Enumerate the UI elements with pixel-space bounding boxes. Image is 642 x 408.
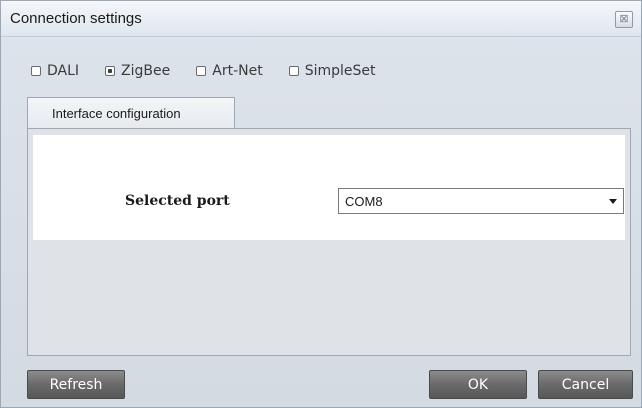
tab-interface-configuration[interactable]: Interface configuration	[27, 97, 235, 129]
refresh-button[interactable]: Refresh	[27, 370, 125, 399]
close-icon[interactable]: ⊠	[615, 11, 633, 28]
protocol-option-art-net[interactable]: Art-Net	[196, 63, 263, 79]
selected-port-label: Selected port	[125, 193, 230, 209]
port-dropdown[interactable]: COM8	[338, 188, 624, 214]
protocol-label: DALI	[47, 63, 80, 79]
radio-selected-icon[interactable]	[105, 66, 116, 76]
ok-button[interactable]: OK	[429, 370, 527, 399]
protocol-option-simpleset[interactable]: SimpleSet	[288, 63, 376, 79]
protocol-option-dali[interactable]: DALI	[31, 63, 79, 79]
protocol-selector: DALI ZigBee Art-Net SimpleSet	[31, 61, 402, 81]
radio-icon[interactable]	[196, 66, 207, 76]
chevron-down-icon[interactable]	[609, 199, 617, 204]
protocol-label: SimpleSet	[304, 63, 376, 79]
protocol-label: Art-Net	[212, 63, 263, 79]
title-bar[interactable]: Connection settings ⊠	[1, 1, 641, 37]
interface-config-area: Selected port COM8	[33, 135, 625, 240]
window-title: Connection settings	[10, 10, 142, 27]
port-value: COM8	[345, 193, 383, 209]
cancel-button[interactable]: Cancel	[538, 370, 633, 399]
radio-icon[interactable]	[288, 66, 299, 76]
protocol-label: ZigBee	[121, 63, 171, 79]
protocol-option-zigbee[interactable]: ZigBee	[105, 63, 170, 79]
tab-panel: Selected port COM8	[27, 128, 631, 356]
radio-icon[interactable]	[31, 66, 41, 76]
connection-settings-dialog: Connection settings ⊠ DALI ZigBee Art-Ne…	[0, 0, 642, 408]
